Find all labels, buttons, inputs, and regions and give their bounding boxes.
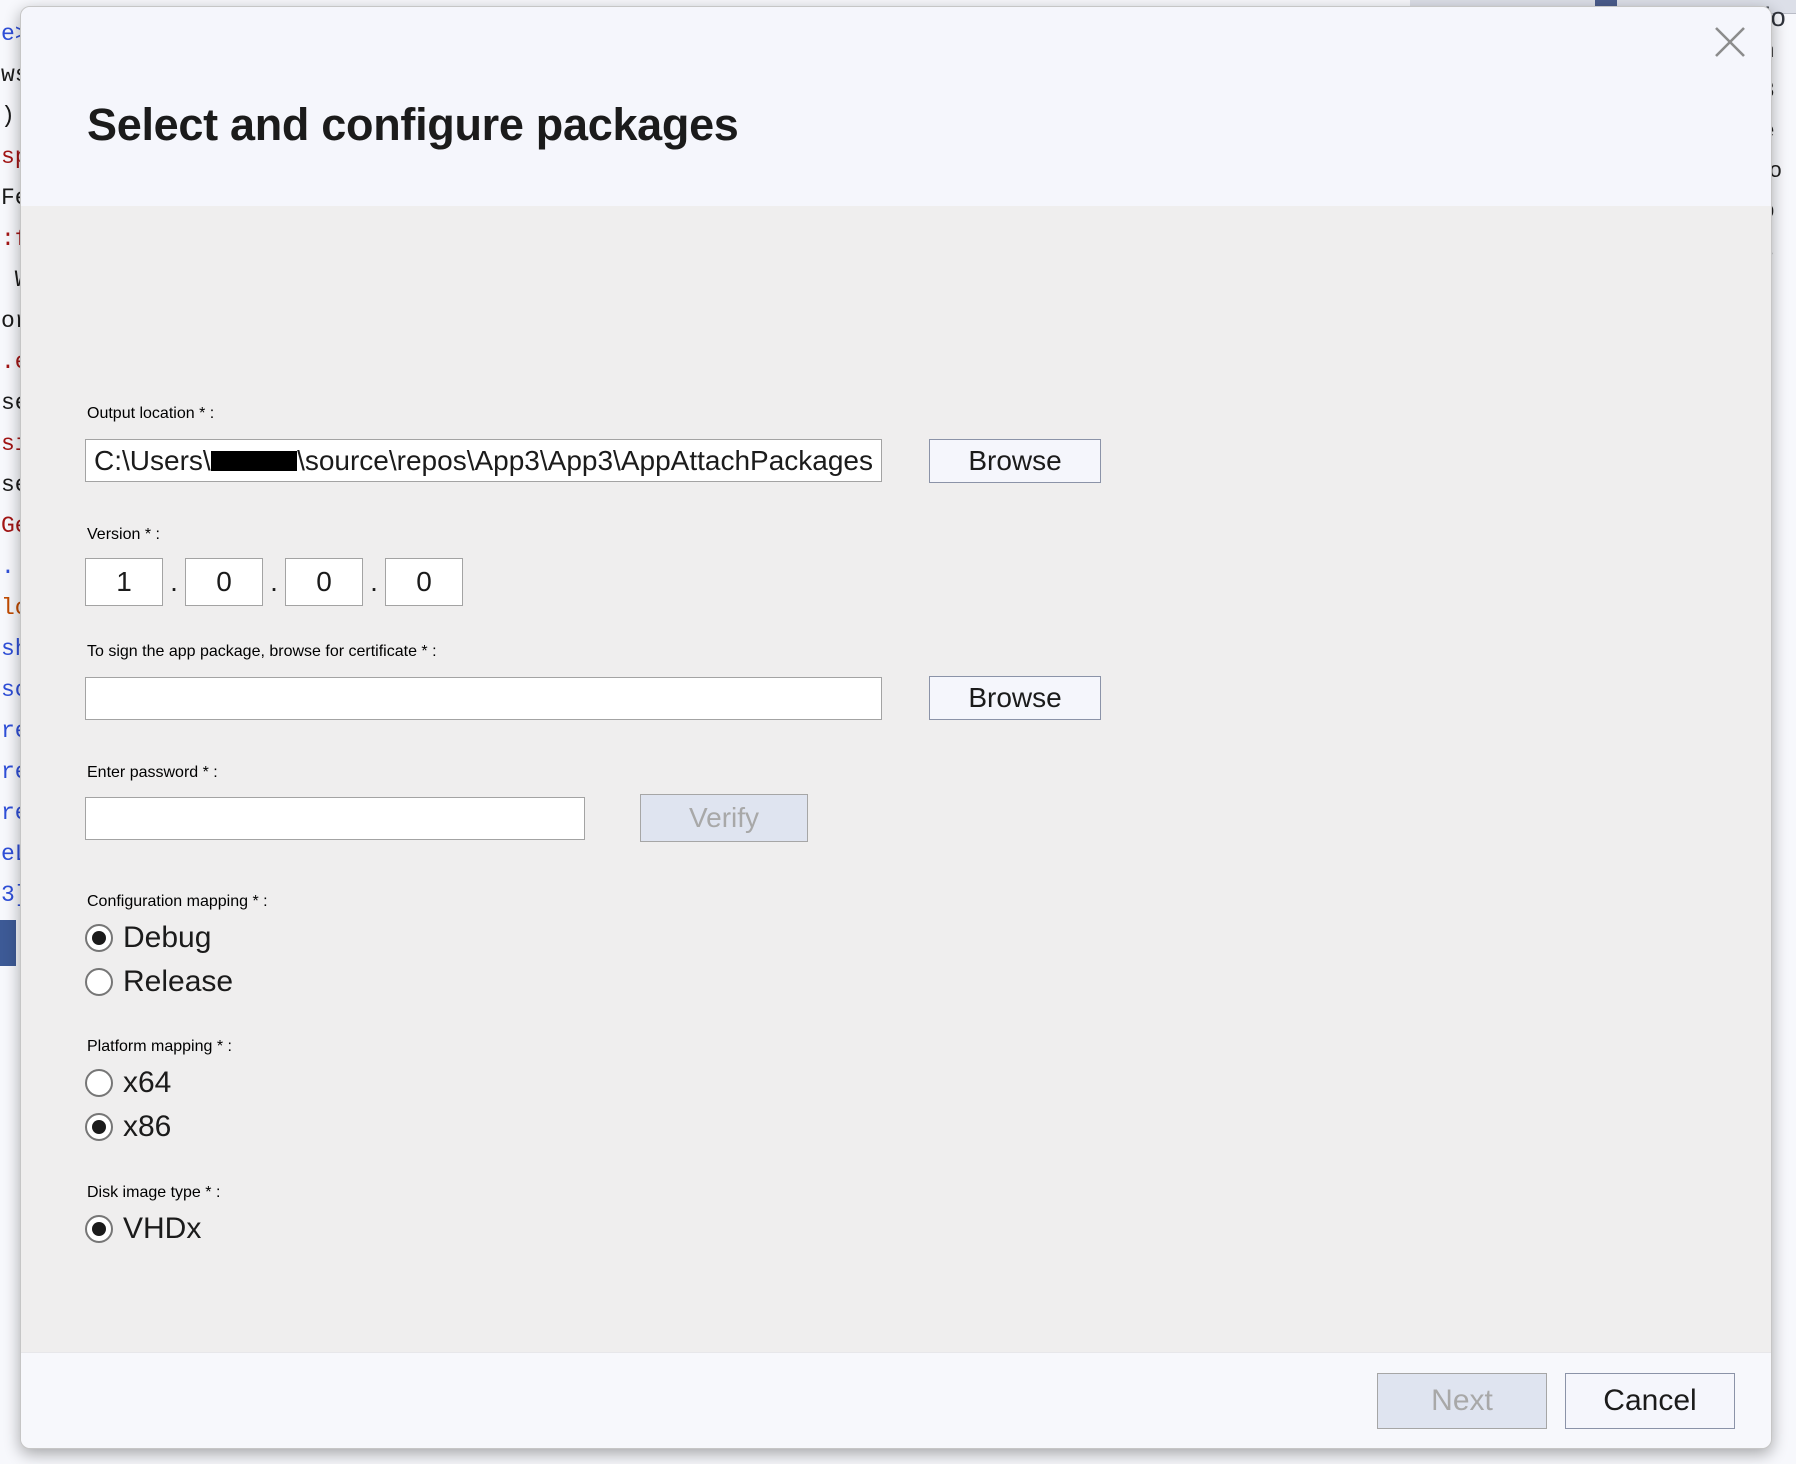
radio-release-label: Release [123,965,233,999]
dialog-body: Output location * : C:\Users\ \source\rep… [21,206,1771,1352]
version-revision-input[interactable]: 0 [385,558,463,606]
code-fragment: se [0,465,22,506]
radio-vhdx-indicator[interactable] [85,1215,113,1243]
next-label: Next [1431,1384,1493,1418]
code-fragment: W [0,260,22,301]
output-location-input[interactable]: C:\Users\ \source\repos\App3\App3\AppAtta… [85,439,882,482]
version-separator-2: . [263,566,285,598]
code-fragment: sp [0,137,22,178]
configuration-mapping-label: Configuration mapping * : [87,893,268,911]
browse-output-label: Browse [968,445,1061,477]
code-fragment: re [0,711,22,752]
disk-image-type-label: Disk image type * : [87,1184,220,1202]
radio-x64-indicator[interactable] [85,1069,113,1097]
close-button[interactable] [1699,13,1761,71]
code-fragment: re [0,752,22,793]
code-editor-gutter-text: e>ws) .spFe:f Wor.esesiseGe.loshscrerere… [0,0,22,1464]
code-fragment: Ge [0,506,22,547]
radio-debug-indicator[interactable] [85,924,113,952]
code-fragment: re [0,793,22,834]
code-fragment: .e [0,342,22,383]
radio-option-vhdx[interactable]: VHDx [85,1212,201,1246]
code-fragment: sc [0,670,22,711]
redaction-bar [211,451,297,471]
code-fragment: sh [0,629,22,670]
select-and-configure-packages-dialog: Select and configure packages Output loc… [20,6,1772,1449]
cancel-button[interactable]: Cancel [1565,1373,1735,1429]
code-fragment: ) . [0,96,22,137]
code-fragment: ws [0,55,22,96]
certificate-label: To sign the app package, browse for cert… [87,643,437,661]
code-fragment: lo [0,588,22,629]
version-label: Version * : [87,526,160,544]
next-button[interactable]: Next [1377,1373,1547,1429]
code-fragment: si [0,424,22,465]
code-fragment: eL [0,834,22,875]
version-build-input[interactable]: 0 [285,558,363,606]
version-separator-3: . [363,566,385,598]
editor-selection-marker [0,920,16,966]
code-fragment: se [0,383,22,424]
password-label: Enter password * : [87,764,218,782]
certificate-input[interactable] [85,677,882,720]
browse-output-location-button[interactable]: Browse [929,439,1101,483]
browse-certificate-button[interactable]: Browse [929,676,1101,720]
radio-option-x64[interactable]: x64 [85,1066,171,1100]
code-fragment: e> [0,14,22,55]
version-fields: 1 . 0 . 0 . 0 [85,558,463,606]
code-fragment: :f [0,219,22,260]
radio-option-x86[interactable]: x86 [85,1110,171,1144]
output-location-label: Output location * : [87,405,214,423]
radio-debug-label: Debug [123,921,211,955]
radio-option-debug[interactable]: Debug [85,921,211,955]
cancel-label: Cancel [1603,1384,1696,1418]
browse-certificate-label: Browse [968,682,1061,714]
close-icon [1713,25,1747,59]
version-separator-1: . [163,566,185,598]
radio-x86-label: x86 [123,1110,171,1144]
dialog-header: Select and configure packages [21,7,1771,206]
version-major-input[interactable]: 1 [85,558,163,606]
verify-button[interactable]: Verify [640,794,808,842]
code-fragment: . [0,547,22,588]
page-title: Select and configure packages [87,99,739,151]
verify-label: Verify [689,802,759,834]
radio-option-release[interactable]: Release [85,965,233,999]
radio-x86-indicator[interactable] [85,1113,113,1141]
version-minor-input[interactable]: 0 [185,558,263,606]
code-fragment: 3] [0,875,22,916]
password-input[interactable] [85,797,585,840]
code-fragment: or [0,301,22,342]
radio-release-indicator[interactable] [85,968,113,996]
radio-vhdx-label: VHDx [123,1212,201,1246]
dialog-footer: Next Cancel [21,1352,1771,1448]
code-fragment: Fe [0,178,22,219]
platform-mapping-label: Platform mapping * : [87,1038,232,1056]
output-location-prefix: C:\Users\ [94,445,211,477]
output-location-suffix: \source\repos\App3\App3\AppAttachPackage… [297,445,873,477]
radio-x64-label: x64 [123,1066,171,1100]
